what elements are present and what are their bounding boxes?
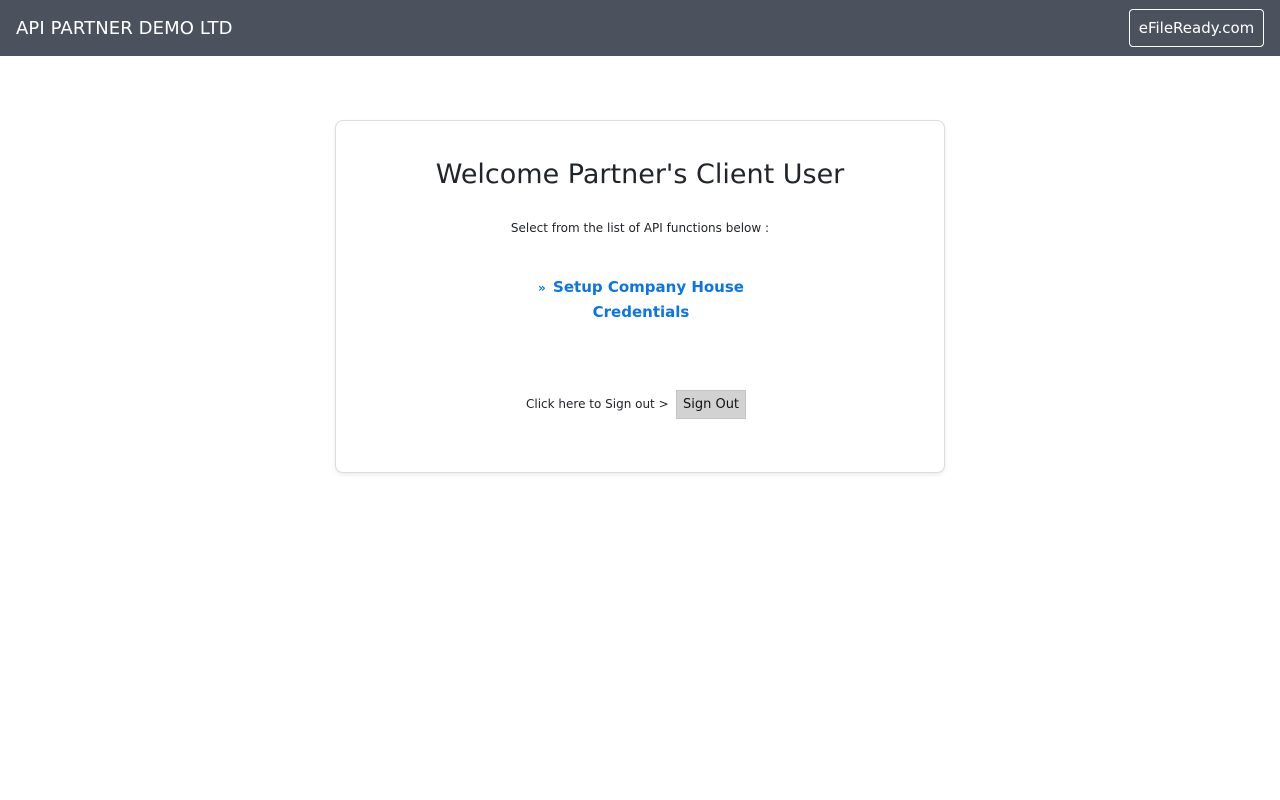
function-label-line1: Setup Company House: [553, 278, 744, 296]
double-chevron-right-icon: »: [538, 281, 546, 295]
page-title: Welcome Partner's Client User: [435, 159, 845, 190]
function-label-line2: Credentials: [592, 303, 690, 321]
top-navbar: API PARTNER DEMO LTD eFileReady.com: [0, 0, 1280, 56]
sign-out-button[interactable]: Sign Out: [676, 390, 746, 419]
api-function-list: » Setup Company House Credentials: [531, 275, 751, 324]
signout-label: Click here to Sign out >: [526, 397, 669, 411]
efileready-button[interactable]: eFileReady.com: [1129, 9, 1264, 47]
setup-company-house-credentials-link[interactable]: » Setup Company House Credentials: [538, 275, 744, 324]
instructions-text: Select from the list of API functions be…: [510, 221, 770, 235]
signout-row: Click here to Sign out > Sign Out: [336, 390, 944, 420]
brand-title[interactable]: API PARTNER DEMO LTD: [16, 17, 233, 41]
welcome-card: Welcome Partner's Client User Select fro…: [335, 120, 945, 473]
list-item: » Setup Company House Credentials: [531, 275, 751, 324]
